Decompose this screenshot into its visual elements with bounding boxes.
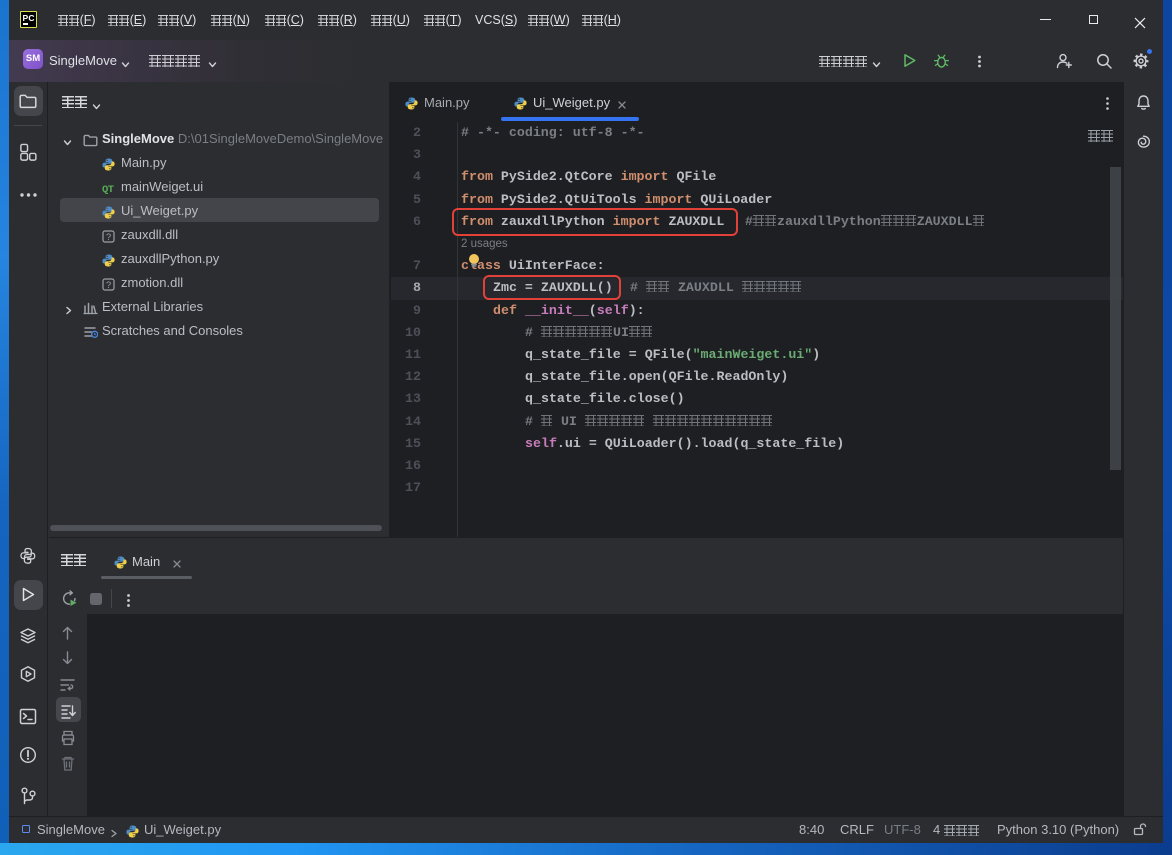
svg-text:?: ? bbox=[106, 280, 111, 291]
svg-text:?: ? bbox=[106, 232, 111, 243]
